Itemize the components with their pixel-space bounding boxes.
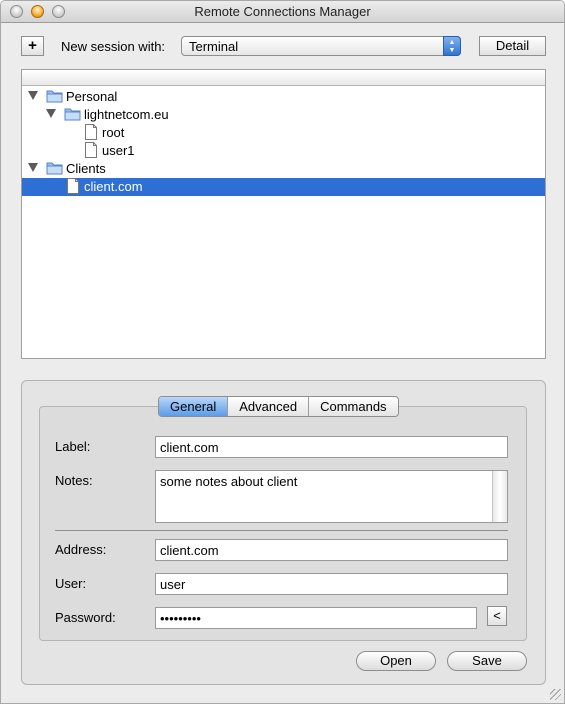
connections-tree[interactable]: Personal lightnetcom.eu root user1 Clien… [21, 69, 546, 359]
notes-field[interactable]: some notes about client [155, 470, 508, 523]
main-window: Remote Connections Manager + New session… [0, 0, 565, 704]
tab-general[interactable]: General [159, 397, 228, 416]
password-field[interactable]: ••••••••• [155, 607, 477, 629]
title-bar[interactable]: Remote Connections Manager [1, 1, 564, 23]
resize-grip-icon[interactable] [550, 689, 561, 700]
form-separator [55, 530, 508, 531]
notes-caption: Notes: [55, 473, 93, 488]
tree-row-personal[interactable]: Personal [22, 88, 545, 106]
folder-icon [46, 162, 63, 175]
tree-item-label: user1 [102, 143, 135, 158]
document-icon [85, 124, 97, 140]
tab-commands[interactable]: Commands [308, 397, 397, 416]
save-button[interactable]: Save [447, 651, 527, 671]
popup-arrows-icon: ▲ ▼ [443, 36, 461, 56]
tree-row-client-com[interactable]: client.com [22, 178, 545, 196]
tree-item-label: client.com [84, 179, 143, 194]
disclosure-expanded-icon[interactable] [28, 163, 38, 172]
disclosure-expanded-icon[interactable] [46, 109, 56, 118]
document-icon [67, 178, 79, 194]
notes-scrollbar[interactable] [492, 471, 507, 522]
folder-icon [46, 90, 63, 103]
tree-header [22, 70, 545, 86]
details-tab-bar: General Advanced Commands [158, 396, 399, 417]
tab-advanced[interactable]: Advanced [227, 397, 308, 416]
tree-row-root[interactable]: root [22, 124, 545, 142]
tree-row-user1[interactable]: user1 [22, 142, 545, 160]
disclosure-expanded-icon[interactable] [28, 91, 38, 100]
tree-item-label: Clients [66, 161, 106, 176]
address-field[interactable]: client.com [155, 539, 508, 561]
tree-row-clients[interactable]: Clients [22, 160, 545, 178]
label-caption: Label: [55, 439, 91, 454]
session-type-popup[interactable]: Terminal ▲ ▼ [181, 36, 461, 56]
session-type-value: Terminal [189, 39, 239, 54]
window-title: Remote Connections Manager [194, 4, 371, 19]
new-session-label: New session with: [61, 39, 166, 54]
folder-icon [64, 108, 81, 121]
tree-item-label: lightnetcom.eu [84, 107, 169, 122]
user-field[interactable]: user [155, 573, 508, 595]
open-button[interactable]: Open [356, 651, 436, 671]
password-caption: Password: [55, 610, 116, 625]
label-field[interactable]: client.com [155, 436, 508, 458]
address-caption: Address: [55, 542, 107, 557]
document-icon [85, 142, 97, 158]
user-caption: User: [55, 576, 87, 591]
reveal-password-button[interactable]: < [487, 606, 507, 626]
notes-text: some notes about client [160, 474, 298, 489]
tree-row-lightnetcom[interactable]: lightnetcom.eu [22, 106, 545, 124]
detail-button[interactable]: Detail [479, 36, 546, 56]
add-session-button[interactable]: + [21, 36, 44, 56]
tree-item-label: root [102, 125, 125, 140]
tree-item-label: Personal [66, 89, 118, 104]
